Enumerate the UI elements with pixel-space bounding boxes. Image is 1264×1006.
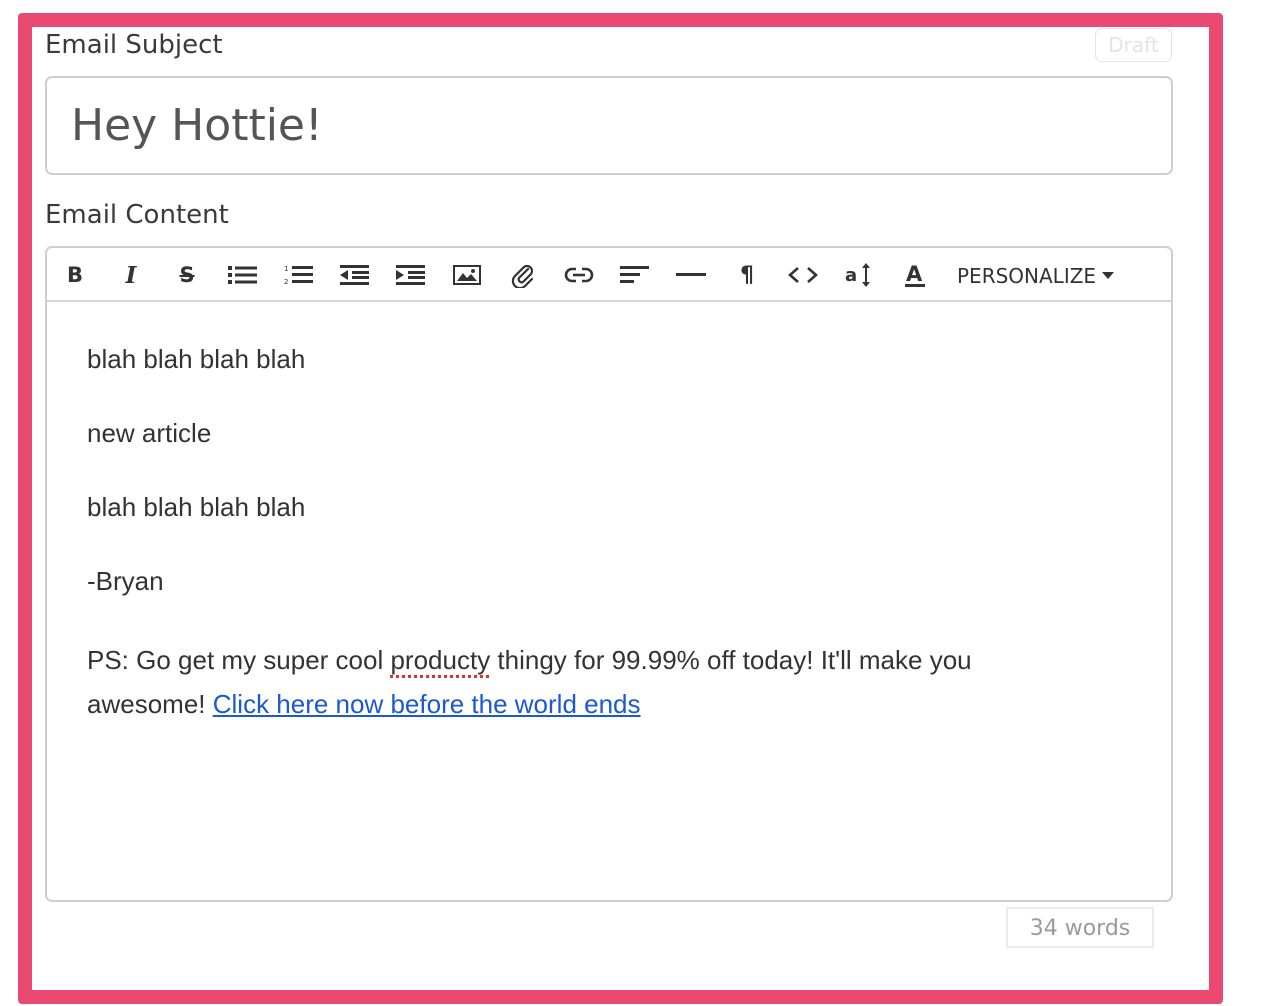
caret-down-icon: [1102, 272, 1115, 279]
attach-file-button[interactable]: [505, 258, 541, 292]
align-button[interactable]: [617, 258, 653, 292]
email-subject-label: Email Subject: [45, 30, 223, 60]
font-size-button[interactable]: a: [841, 258, 877, 292]
link-icon: [564, 267, 594, 283]
cta-link[interactable]: Click here now before the world ends: [213, 689, 641, 719]
horizontal-rule-icon: [676, 273, 706, 276]
svg-text:A: A: [906, 262, 923, 286]
paragraph-button[interactable]: ¶: [729, 258, 765, 292]
paperclip-icon: [511, 264, 534, 288]
align-left-icon: [620, 266, 649, 283]
italic-button[interactable]: I: [113, 258, 149, 292]
strikethrough-button[interactable]: S: [169, 258, 205, 292]
editor-toolbar: B I S 1 2 ¶ a A PERSONALIZE: [47, 248, 1171, 302]
misspelled-word[interactable]: producty: [390, 645, 490, 675]
code-icon: [788, 267, 818, 283]
email-subject-input[interactable]: Hey Hottie!: [45, 76, 1173, 175]
horizontal-rule-button[interactable]: [673, 258, 709, 292]
ordered-list-icon: 1 2: [284, 265, 313, 286]
personalize-label: PERSONALIZE: [957, 264, 1097, 288]
body-paragraph: blah blah blah blah: [87, 344, 306, 374]
outdent-icon: [340, 265, 369, 285]
bold-button[interactable]: B: [57, 258, 93, 292]
insert-image-button[interactable]: [449, 258, 485, 292]
font-size-icon: a: [845, 263, 870, 287]
outdent-button[interactable]: [337, 258, 373, 292]
font-color-icon: A: [905, 262, 925, 287]
image-icon: [453, 265, 481, 285]
pilcrow-icon: ¶: [740, 262, 754, 288]
indent-icon: [396, 265, 425, 285]
indent-button[interactable]: [393, 258, 429, 292]
code-view-button[interactable]: [785, 258, 821, 292]
body-signature: -Bryan: [87, 566, 164, 596]
unordered-list-icon: [228, 266, 257, 284]
italic-icon: I: [125, 261, 137, 289]
body-paragraph: new article: [87, 418, 212, 448]
svg-text:2: 2: [284, 278, 288, 286]
body-ps-paragraph: PS: Go get my super cool producty thingy…: [87, 638, 1087, 726]
font-color-button[interactable]: A: [897, 258, 933, 292]
svg-text:a: a: [845, 265, 857, 286]
ordered-list-button[interactable]: 1 2: [281, 258, 317, 292]
bold-icon: B: [66, 263, 83, 287]
ps-text: PS: Go get my super cool: [87, 645, 391, 675]
strikethrough-icon: S: [179, 263, 195, 287]
body-paragraph: blah blah blah blah: [87, 492, 306, 522]
svg-text:1: 1: [284, 265, 288, 273]
personalize-dropdown[interactable]: PERSONALIZE: [957, 262, 1115, 290]
draft-status-badge: Draft: [1095, 28, 1172, 62]
word-count: 34 words: [1006, 907, 1154, 948]
email-content-editor: B I S 1 2 ¶ a A PERSONALIZE blah blah bl…: [45, 246, 1173, 902]
email-content-label: Email Content: [45, 200, 229, 230]
insert-link-button[interactable]: [561, 258, 597, 292]
unordered-list-button[interactable]: [225, 258, 261, 292]
